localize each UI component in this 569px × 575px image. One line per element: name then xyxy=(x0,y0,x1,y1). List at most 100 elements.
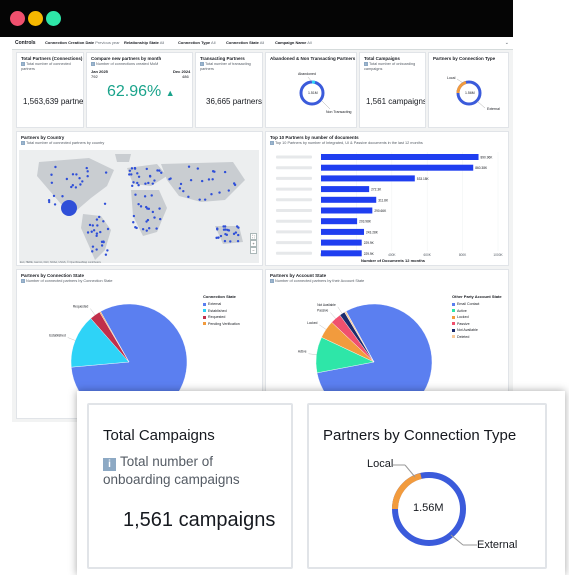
info-icon: i xyxy=(200,62,204,66)
maximize-window-button[interactable] xyxy=(46,11,61,26)
map-point xyxy=(203,198,207,201)
bar xyxy=(321,250,362,257)
legend-item[interactable]: Established xyxy=(203,309,227,313)
map-point xyxy=(91,250,94,253)
legend-item[interactable]: Not Available xyxy=(452,328,478,332)
map-point xyxy=(86,231,90,234)
pie-leader-line xyxy=(67,337,76,341)
bar xyxy=(321,239,362,246)
map-point xyxy=(71,173,75,176)
legend-item[interactable]: Requested xyxy=(203,315,225,319)
legend-label: Deleted xyxy=(457,334,470,339)
legend-label: Requested xyxy=(208,315,226,319)
category-label-redacted xyxy=(276,166,312,170)
card-subtitle: i Total number of transacting partners xyxy=(200,62,251,71)
filter-relationship-state[interactable]: Relationship State All xyxy=(124,37,164,49)
map-point xyxy=(86,170,89,173)
legend-label: Email Contact xyxy=(457,302,480,306)
zoom-overlay: Total Campaigns i Total number of onboard… xyxy=(77,391,565,575)
map-point xyxy=(128,169,132,172)
map-point xyxy=(146,218,150,222)
map-point xyxy=(137,184,140,187)
map-point xyxy=(128,173,131,176)
map-point xyxy=(147,207,151,211)
filter-connection-type[interactable]: Connection Type All xyxy=(178,37,216,49)
legend-item[interactable]: External xyxy=(203,302,221,306)
map-point xyxy=(78,177,81,180)
donut-label-local: Local xyxy=(367,458,394,470)
map-fit-button[interactable]: ⛶ xyxy=(250,233,257,240)
legend-item[interactable]: Active xyxy=(452,309,467,313)
map-point xyxy=(95,218,99,221)
map-point xyxy=(156,169,159,172)
card-title: Total Partners (Connections) xyxy=(21,56,83,61)
map-point xyxy=(92,229,96,232)
map-point xyxy=(200,179,204,183)
category-label-redacted xyxy=(276,219,312,223)
x-tick-label: 1000K xyxy=(493,253,503,257)
map-bubble-large[interactable] xyxy=(61,200,77,216)
filter-connection-state[interactable]: Connection State All xyxy=(226,37,264,49)
kpi-connection-type: Partners by Connection Type Local 1.56M … xyxy=(428,52,509,128)
map-point xyxy=(88,223,92,227)
map-point xyxy=(130,173,133,176)
legend-item[interactable]: Passive xyxy=(452,322,470,326)
bar-data-label: 272.3K xyxy=(371,188,382,192)
map-point xyxy=(143,195,147,198)
legend-label: External xyxy=(208,302,222,306)
map-point xyxy=(158,207,161,210)
legend-item[interactable]: Pending Verification xyxy=(203,322,240,326)
map-point xyxy=(132,181,135,184)
bar-data-label: 311.8K xyxy=(378,198,389,202)
map-point xyxy=(211,178,214,181)
category-label-redacted xyxy=(276,209,312,212)
kpi-value: 1,561 campaigns xyxy=(123,509,276,531)
map-point xyxy=(50,181,54,184)
legend-swatch xyxy=(452,302,455,306)
legend-swatch xyxy=(203,302,206,306)
zoom-total-campaigns-card: Total Campaigns i Total number of onboard… xyxy=(87,403,293,569)
map-point xyxy=(223,225,227,228)
donut-label-local: Local xyxy=(447,76,456,80)
card-subtitle: i Total number of onboarding campaigns xyxy=(103,454,240,487)
legend-item[interactable]: Deleted xyxy=(452,335,469,339)
kpi-total-partners: Total Partners (Connections) i Total numb… xyxy=(16,52,84,128)
window-titlebar xyxy=(0,0,513,37)
card-title: Total Campaigns xyxy=(364,56,400,61)
category-label-redacted xyxy=(276,251,312,255)
map-point xyxy=(160,171,163,174)
map-point xyxy=(134,193,137,196)
legend-label: Passive xyxy=(457,321,470,326)
map-zoom-in-button[interactable]: + xyxy=(250,240,257,247)
bar-data-label: 860.38K xyxy=(475,166,488,170)
map-point xyxy=(229,240,232,243)
bar xyxy=(321,228,365,235)
chevron-down-icon[interactable]: ⌄ xyxy=(505,37,509,49)
map-point xyxy=(153,216,156,219)
map-zoom-out-button[interactable]: − xyxy=(250,247,257,254)
map-point xyxy=(132,214,136,218)
bar-data-label: 203.98K xyxy=(359,220,372,224)
map-point xyxy=(137,175,141,178)
minimize-window-button[interactable] xyxy=(28,11,43,26)
map-point xyxy=(47,200,51,204)
map-point xyxy=(222,228,226,231)
card-title: Partners by Country xyxy=(21,135,65,140)
legend-label: Not Available xyxy=(457,328,478,332)
legend-item[interactable]: Locked xyxy=(452,315,469,319)
pie-slice-label: Requested xyxy=(73,305,89,309)
map-point xyxy=(95,232,99,235)
legend-item[interactable]: Email Contact xyxy=(452,302,479,306)
filter-connection-creation-date[interactable]: Connection Creation Date Previous year xyxy=(45,37,120,49)
filter-campaign-name[interactable]: Campaign Name All xyxy=(275,37,312,49)
x-tick-label: 800K xyxy=(459,253,467,257)
map-point xyxy=(168,178,171,181)
bar-data-label: 290.66K xyxy=(374,209,387,213)
map-point xyxy=(144,182,147,185)
card-title: Total Campaigns xyxy=(103,427,215,444)
map-point xyxy=(218,191,221,194)
close-window-button[interactable] xyxy=(10,11,25,26)
world-map[interactable] xyxy=(19,150,259,263)
pie-leader-line xyxy=(330,312,336,319)
legend-title: Other Party Account State xyxy=(452,294,502,299)
